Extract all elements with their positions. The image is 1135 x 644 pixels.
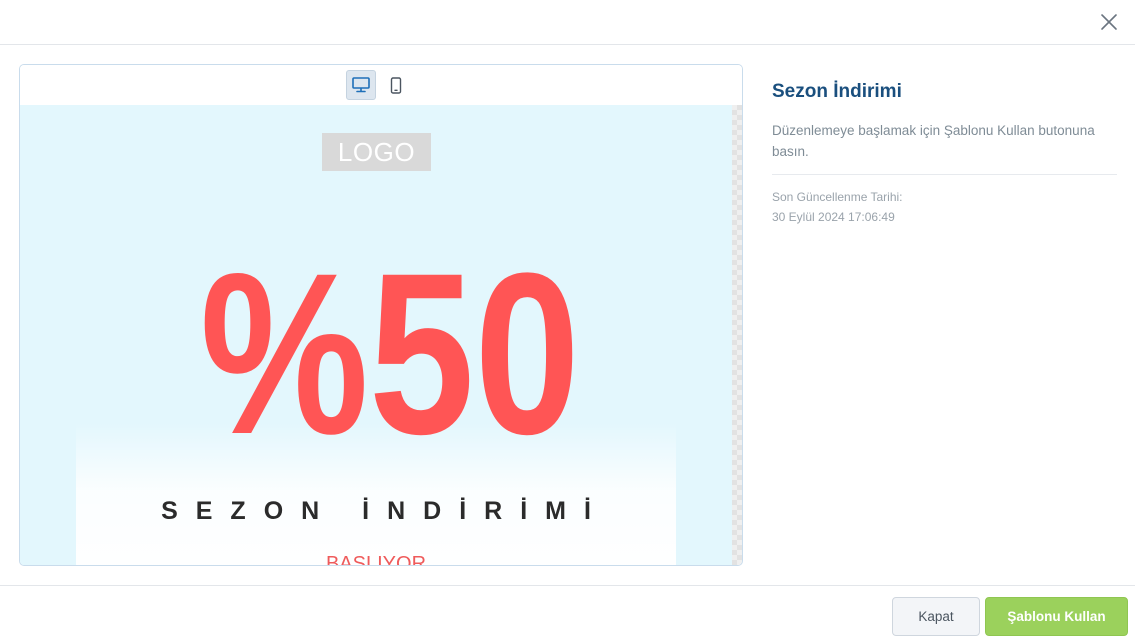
sezon-indirimi-heading: SEZON İNDİRİMİ xyxy=(161,497,609,525)
info-divider xyxy=(772,174,1117,175)
discount-graphic: %50 xyxy=(180,245,600,475)
basliyor-subheading: BAŞLIYOR xyxy=(325,553,427,565)
template-title: Sezon İndirimi xyxy=(772,81,902,102)
close-icon xyxy=(1101,14,1117,30)
last-updated-value: 30 Eylül 2024 17:06:49 xyxy=(772,210,895,224)
mobile-view-button[interactable] xyxy=(381,70,411,100)
preview-scrollbar[interactable] xyxy=(732,105,742,565)
close-button[interactable] xyxy=(1099,12,1119,32)
logo-placeholder: LOGO xyxy=(322,133,431,171)
discount-text: %50 xyxy=(200,245,580,475)
use-template-button[interactable]: Şablonu Kullan xyxy=(985,597,1128,636)
modal-header xyxy=(0,0,1135,45)
desktop-view-button[interactable] xyxy=(346,70,376,100)
device-toggle-bar xyxy=(20,65,742,105)
template-description: Düzenlemeye başlamak için Şablonu Kullan… xyxy=(772,123,1095,159)
email-template-canvas: LOGO %50 SEZON İNDİRİMİ BAŞLIYOR xyxy=(20,105,732,565)
template-preview-modal: LOGO %50 SEZON İNDİRİMİ BAŞLIYOR Sezon İ… xyxy=(0,0,1135,644)
last-updated-label: Son Güncellenme Tarihi: xyxy=(772,190,903,204)
template-preview-frame: LOGO %50 SEZON İNDİRİMİ BAŞLIYOR xyxy=(19,64,743,566)
mobile-icon xyxy=(390,76,402,94)
close-modal-button[interactable]: Kapat xyxy=(892,597,980,636)
desktop-icon xyxy=(352,77,370,93)
template-info-panel: Sezon İndirimi Düzenlemeye başlamak için… xyxy=(772,80,1117,227)
modal-footer: Kapat Şablonu Kullan xyxy=(0,585,1135,644)
